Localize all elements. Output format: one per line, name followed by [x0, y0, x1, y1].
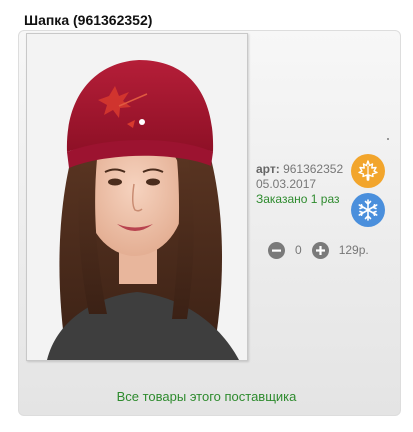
product-price: 129р. — [338, 243, 369, 257]
snowflake-icon — [351, 193, 385, 227]
product-meta: арт: 961362352 05.03.2017 Заказано 1 раз — [256, 162, 343, 207]
product-page: Шапка (961362352) арт: 961362352 05.03.2… — [0, 0, 413, 432]
product-title: Шапка (961362352) — [24, 12, 153, 28]
minus-icon — [272, 249, 281, 252]
decrease-quantity-button[interactable] — [268, 241, 285, 259]
product-date: 05.03.2017 — [256, 177, 317, 191]
product-photo[interactable] — [26, 33, 248, 361]
article-label: арт: — [256, 162, 280, 176]
plus-icon — [315, 245, 325, 255]
ordered-count: Заказано 1 раз — [256, 192, 340, 206]
quantity-stepper: 0 129р. — [268, 241, 369, 259]
quantity-value: 0 — [295, 243, 302, 257]
increase-quantity-button[interactable] — [311, 241, 329, 259]
supplier-products-link[interactable]: Все товары этого поставщика — [0, 389, 413, 404]
divider-dot — [387, 138, 389, 140]
article-line: арт: 961362352 — [256, 162, 343, 177]
maple-leaf-icon — [351, 154, 385, 188]
article-number: 961362352 — [283, 162, 344, 176]
